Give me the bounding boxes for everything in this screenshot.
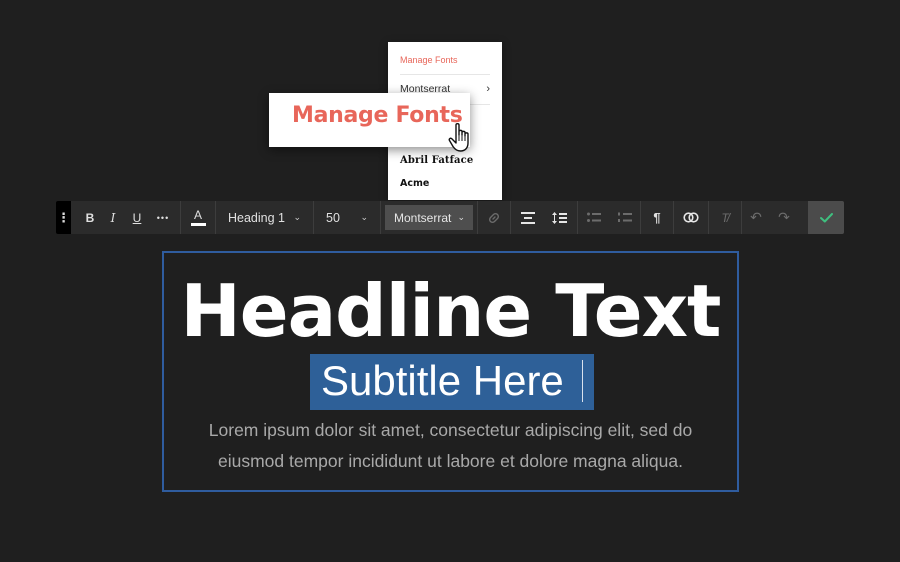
font-family-value: Montserrat: [394, 210, 452, 225]
redo-icon: ↷: [778, 209, 790, 225]
chevron-down-icon: ⌄: [360, 212, 368, 222]
bold-button[interactable]: B: [78, 201, 102, 234]
align-center-button[interactable]: [511, 201, 545, 234]
clear-formatting-button[interactable]: T̸: [709, 201, 741, 234]
manage-fonts-callout-label: Manage Fonts: [292, 103, 463, 128]
undo-button[interactable]: ↶: [742, 201, 770, 234]
font-size-select[interactable]: 50 ⌄: [314, 201, 380, 234]
merge-tags-button[interactable]: [674, 201, 708, 234]
body-line: Lorem ipsum dolor sit amet, consectetur …: [208, 420, 693, 440]
text-color-button[interactable]: A: [181, 201, 215, 234]
text-caret: [582, 360, 583, 402]
headline-text[interactable]: Headline Text: [164, 267, 737, 355]
subtitle-text: Subtitle Here: [321, 357, 564, 404]
link-icon: [488, 212, 500, 223]
block-style-select[interactable]: Heading 1 ⌄: [216, 201, 313, 234]
paragraph-direction-button[interactable]: ¶: [641, 201, 673, 234]
font-option-acme[interactable]: Acme: [400, 178, 429, 189]
block-style-value: Heading 1: [228, 210, 285, 225]
checkmark-icon: [819, 212, 833, 222]
body-paragraph[interactable]: Lorem ipsum dolor sit amet, consectetur …: [174, 415, 727, 477]
body-line: eiusmod tempor incididunt ut labore et d…: [217, 451, 683, 471]
numbered-list-button[interactable]: [610, 201, 640, 234]
font-size-value: 50: [326, 210, 340, 225]
toolbar-divider: [380, 201, 381, 234]
text-color-icon: A: [193, 208, 202, 222]
linked-rings-icon: [683, 212, 699, 223]
line-height-button[interactable]: [545, 201, 573, 234]
font-option-abril-fatface[interactable]: Abril Fatface: [400, 155, 473, 166]
confirm-button[interactable]: [808, 201, 844, 234]
drag-handle-icon[interactable]: ⋮: [56, 201, 71, 234]
manage-fonts-link[interactable]: Manage Fonts: [400, 55, 458, 65]
pilcrow-icon: ¶: [653, 210, 661, 225]
font-family-select[interactable]: Montserrat ⌄: [385, 205, 473, 230]
subtitle-selection[interactable]: Subtitle Here: [310, 354, 594, 410]
clear-formatting-icon: T̸: [721, 210, 729, 225]
link-button[interactable]: [478, 201, 510, 234]
underline-button[interactable]: U: [124, 201, 150, 234]
bulleted-list-icon: [587, 212, 601, 222]
chevron-down-icon: ⌄: [457, 212, 465, 222]
italic-button[interactable]: I: [102, 201, 124, 234]
dropdown-divider: [400, 74, 490, 75]
text-block-editor[interactable]: Headline Text Subtitle Here Lorem ipsum …: [162, 251, 739, 492]
align-center-icon: [521, 211, 535, 224]
line-height-icon: [551, 211, 567, 224]
manage-fonts-callout[interactable]: Manage Fonts: [269, 93, 470, 147]
text-editor-toolbar: ⋮ B I U ••• A Heading 1 ⌄ 50 ⌄ Montserra…: [56, 201, 844, 234]
more-formatting-button[interactable]: •••: [150, 201, 176, 234]
chevron-down-icon: ⌄: [293, 212, 301, 222]
redo-button[interactable]: ↷: [770, 201, 798, 234]
hand-pointer-icon: [448, 123, 469, 152]
undo-icon: ↶: [750, 209, 762, 225]
text-color-swatch: [190, 223, 206, 226]
chevron-right-icon: ›: [486, 83, 490, 95]
bulleted-list-button[interactable]: [578, 201, 610, 234]
numbered-list-icon: [618, 212, 632, 222]
